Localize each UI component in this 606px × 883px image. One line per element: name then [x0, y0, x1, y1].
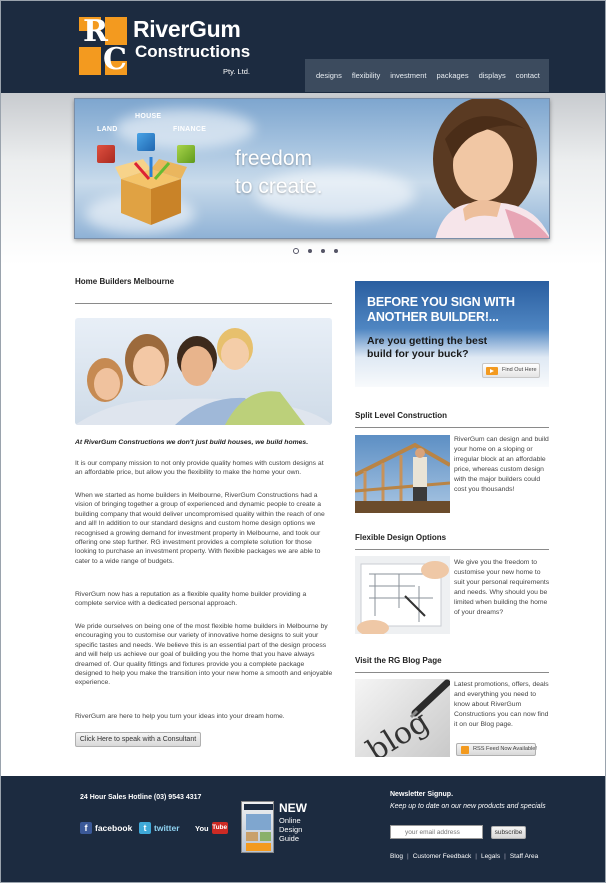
hero-word-finance: FINANCE: [173, 126, 207, 133]
nav-investment[interactable]: investment: [385, 71, 431, 80]
slide-dot-1[interactable]: [293, 248, 299, 254]
footer-link-legals[interactable]: Legals: [481, 853, 500, 860]
design-guide-cover[interactable]: [241, 801, 274, 853]
find-out-label: Find Out Here: [502, 367, 537, 373]
separator: |: [504, 853, 506, 860]
promo-line2: ANOTHER BUILDER!...: [367, 310, 499, 324]
subscribe-button[interactable]: subscribe: [491, 826, 526, 839]
promo-line1: BEFORE YOU SIGN WITH: [367, 295, 515, 309]
flexible-design-title: Flexible Design Options: [355, 533, 447, 542]
promo-q2: build for your buck?: [367, 348, 469, 360]
footer-link-blog[interactable]: Blog: [390, 853, 403, 860]
twitter-label: twitter: [154, 823, 180, 833]
divider: [355, 672, 549, 673]
blog-photo: blog: [355, 679, 450, 757]
footer-links: Blog | Customer Feedback | Legals | Staff Area: [390, 853, 538, 860]
brand-name-2: Constructions: [135, 42, 251, 61]
logo-letter-c: C: [103, 42, 127, 77]
rss-feed-button[interactable]: RSS Feed Now Available!: [456, 743, 537, 756]
blue-cube-icon: [137, 133, 155, 151]
split-level-text: RiverGum can design and build your home …: [454, 436, 549, 493]
consultant-button[interactable]: Click Here to speak with a Consultant: [75, 732, 201, 747]
brand-name: RiverGum: [133, 16, 241, 42]
tagline: At RiverGum Constructions we don't just …: [75, 439, 309, 446]
youtube-icon: Tube: [211, 822, 228, 834]
site-header: R C RiverGum Constructions Pty. Ltd. des…: [1, 1, 605, 93]
guide-line-2: Design: [279, 825, 303, 834]
youtube-link[interactable]: You Tube: [195, 822, 228, 834]
brand-suffix: Pty. Ltd.: [223, 67, 250, 76]
guide-new-label: NEW: [279, 801, 307, 815]
slider-dots: [293, 248, 338, 254]
flexibility-paragraph: We pride ourselves on being one of the m…: [75, 623, 333, 687]
slide-dot-2[interactable]: [308, 249, 312, 253]
rss-icon: [461, 746, 469, 754]
promo-banner[interactable]: BEFORE YOU SIGN WITH ANOTHER BUILDER!...…: [355, 281, 549, 387]
newsletter-subtitle: Keep up to date on our new products and …: [390, 803, 546, 810]
hero-slogan: freedom to create.: [235, 145, 323, 201]
divider: [355, 549, 549, 550]
nav-designs[interactable]: designs: [311, 71, 347, 80]
intro-paragraph: It is our company mission to not only pr…: [75, 460, 324, 477]
arrow-icon: [486, 367, 498, 375]
hero-word-house: HOUSE: [135, 113, 162, 120]
reputation-paragraph: RiverGum now has a reputation as a flexi…: [75, 591, 307, 608]
promo-q1: Are you getting the best: [367, 335, 488, 347]
twitter-link[interactable]: t twitter: [139, 822, 180, 834]
construction-photo: [355, 435, 450, 513]
box-icon: [115, 157, 187, 225]
nav-flexibility[interactable]: flexibility: [347, 71, 385, 80]
divider: [355, 427, 549, 428]
guide-line-1: Online: [279, 816, 301, 825]
closing-paragraph: RiverGum are here to help you turn your …: [75, 713, 285, 720]
blog-text: Latest promotions, offers, deals and eve…: [454, 681, 549, 728]
guide-text[interactable]: Online Design Guide: [279, 816, 319, 843]
hero-word-land: LAND: [97, 126, 118, 133]
footer-link-feedback[interactable]: Customer Feedback: [413, 853, 472, 860]
nav-displays[interactable]: displays: [474, 71, 511, 80]
promo-question: Are you getting the best build for your …: [367, 335, 487, 361]
newsletter-title: Newsletter Signup.: [390, 791, 454, 798]
split-level-title: Split Level Construction: [355, 411, 448, 420]
facebook-icon: f: [80, 822, 92, 834]
divider: [75, 303, 332, 304]
separator: |: [475, 853, 477, 860]
logo[interactable]: R C RiverGum Constructions Pty. Ltd.: [79, 17, 279, 79]
page-title: Home Builders Melbourne: [75, 277, 175, 286]
hero-slogan-line2: to create.: [235, 175, 323, 198]
slide-dot-4[interactable]: [334, 249, 338, 253]
main-nav: designs flexibility investment packages …: [305, 59, 549, 92]
nav-packages[interactable]: packages: [431, 71, 473, 80]
nav-contact[interactable]: contact: [511, 71, 545, 80]
separator: |: [407, 853, 409, 860]
red-cube-icon: [97, 145, 115, 163]
rss-label: RSS Feed Now Available!: [473, 746, 537, 752]
twitter-icon: t: [139, 822, 151, 834]
woman-photo: [433, 99, 549, 238]
plans-photo: [355, 556, 450, 634]
hero-banner[interactable]: LAND HOUSE FINANCE freedom to create.: [74, 98, 550, 239]
promo-heading: BEFORE YOU SIGN WITH ANOTHER BUILDER!...: [367, 295, 515, 325]
guide-line-3: Guide: [279, 834, 300, 843]
hero-slogan-line1: freedom: [235, 147, 313, 170]
blog-title: Visit the RG Blog Page: [355, 656, 442, 665]
history-paragraph: When we started as home builders in Melb…: [75, 492, 325, 565]
find-out-button[interactable]: Find Out Here: [482, 363, 540, 378]
slide-dot-3[interactable]: [321, 249, 325, 253]
logo-mark-icon: R C: [79, 17, 127, 77]
email-input[interactable]: [390, 825, 483, 839]
youtube-you: You: [195, 823, 209, 833]
facebook-label: facebook: [95, 823, 133, 833]
footer-link-staff[interactable]: Staff Area: [510, 853, 538, 860]
facebook-link[interactable]: f facebook: [80, 822, 132, 834]
family-photo: [75, 318, 332, 425]
sales-hotline: 24 Hour Sales Hotline (03) 9543 4317: [80, 794, 202, 801]
page: R C RiverGum Constructions Pty. Ltd. des…: [0, 0, 606, 883]
flexible-design-text: We give you the freedom to customise you…: [454, 559, 550, 616]
